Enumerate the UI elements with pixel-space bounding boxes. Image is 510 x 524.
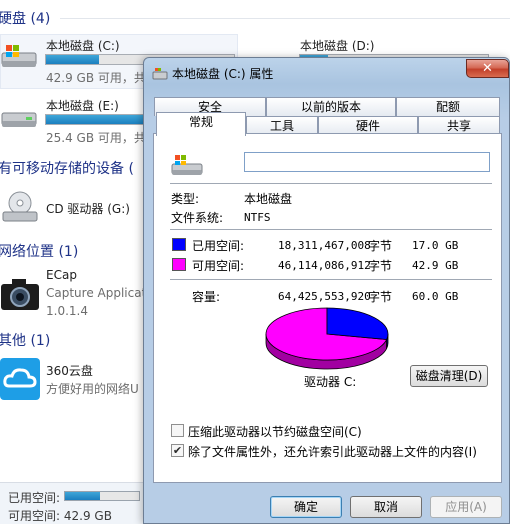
network-item-ecap[interactable]: ECap Capture Applicat 1.0.1.4 [0, 268, 147, 322]
group-hard-disks[interactable]: 硬盘 (4) [0, 8, 50, 28]
volume-label-input[interactable] [244, 152, 490, 172]
status-usage-bar [64, 491, 140, 501]
disk-usage-pie-chart [265, 307, 389, 370]
other-item-name: 360云盘 [46, 364, 93, 378]
capacity-size: 60.0 GB [412, 290, 459, 303]
capacity-unit: 字节 [368, 290, 393, 304]
group-removable[interactable]: 有可移动存储的设备 ( [0, 158, 134, 178]
tab-previous-versions[interactable]: 以前的版本 [266, 97, 396, 116]
index-label[interactable]: 除了文件属性外，还允许索引此驱动器上文件的内容(I) [188, 443, 477, 460]
index-checkbox[interactable]: ✔ [171, 444, 184, 457]
cancel-button[interactable]: 取消 [350, 496, 422, 518]
hard-drive-icon [171, 155, 203, 175]
camera-icon [1, 279, 39, 310]
status-free-text: 可用空间: 42.9 GB [8, 509, 112, 523]
other-item-360[interactable]: 360云盘 方便好用的网络U [0, 358, 145, 402]
network-item-version: 1.0.1.4 [46, 304, 88, 318]
drive-d-name: 本地磁盘 (D:) [300, 39, 375, 53]
other-item-desc: 方便好用的网络U [46, 382, 139, 396]
type-value: 本地磁盘 [244, 192, 293, 206]
drive-letter-label: 驱动器 C: [304, 375, 357, 389]
group-other[interactable]: 其他 (1) [0, 330, 50, 350]
capacity-bytes: 64,425,553,920 [278, 290, 371, 303]
separator [170, 279, 492, 280]
compress-checkbox[interactable] [171, 424, 184, 437]
ok-button[interactable]: 确定 [270, 496, 342, 518]
tab-general[interactable]: 常规 [156, 112, 246, 136]
properties-dialog: 本地磁盘 (C:) 属性 ✕ 安全 以前的版本 配额 常规 工具 硬件 共享 类… [143, 57, 510, 524]
capacity-label: 容量: [192, 290, 221, 304]
tab-quota[interactable]: 配额 [396, 97, 500, 116]
pie-slice-used [326, 307, 389, 340]
free-label: 可用空间: [192, 259, 245, 273]
free-bytes: 46,114,086,912 [278, 259, 371, 272]
used-color-swatch [172, 238, 186, 251]
filesystem-label: 文件系统: [171, 211, 224, 225]
group-divider [60, 18, 510, 19]
separator [170, 229, 492, 230]
close-icon: ✕ [482, 61, 493, 76]
used-label: 已用空间: [192, 239, 245, 253]
free-color-swatch [172, 258, 186, 271]
disk-cleanup-button[interactable]: 磁盘清理(D) [410, 365, 488, 387]
drive-e-free-text: 25.4 GB 可用，共 [46, 131, 146, 145]
cd-drive-icon [2, 191, 38, 222]
network-item-desc: Capture Applicat [46, 286, 147, 300]
drive-c-free-text: 42.9 GB 可用，共 [46, 71, 146, 85]
separator [170, 183, 492, 184]
drive-icon [152, 68, 168, 80]
free-unit: 字节 [368, 259, 393, 273]
cd-drive-name: CD 驱动器 (G:) [46, 202, 130, 216]
filesystem-value: NTFS [244, 211, 271, 224]
type-label: 类型: [171, 192, 200, 206]
close-button[interactable]: ✕ [466, 59, 509, 78]
group-network[interactable]: 网络位置 (1) [0, 241, 78, 261]
compress-label[interactable]: 压缩此驱动器以节约磁盘空间(C) [188, 423, 362, 440]
hard-drive-icon [1, 112, 37, 127]
used-unit: 字节 [368, 239, 393, 253]
dialog-title: 本地磁盘 (C:) 属性 [172, 67, 274, 81]
apply-button[interactable]: 应用(A) [430, 496, 502, 518]
network-item-name: ECap [46, 268, 77, 282]
cd-drive-item[interactable]: CD 驱动器 (G:) [0, 190, 145, 230]
drive-c-name: 本地磁盘 (C:) [46, 39, 120, 53]
status-bar: 已用空间: 可用空间: 42.9 GB [0, 482, 150, 524]
used-size: 17.0 GB [412, 239, 459, 252]
hard-drive-icon [1, 45, 37, 67]
free-size: 42.9 GB [412, 259, 459, 272]
status-used-label: 已用空间: [8, 491, 61, 505]
drive-e-name: 本地磁盘 (E:) [46, 99, 119, 113]
used-bytes: 18,311,467,008 [278, 239, 371, 252]
cloud-icon [0, 358, 40, 400]
